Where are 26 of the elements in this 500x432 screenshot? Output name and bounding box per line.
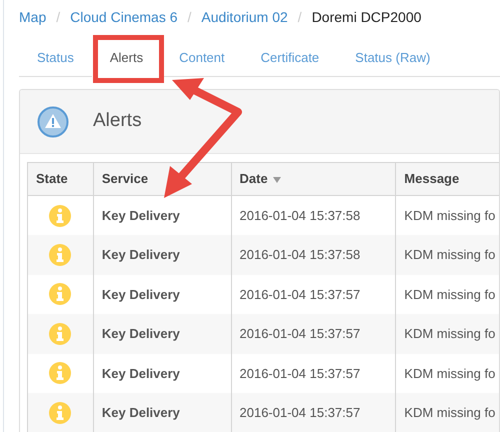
tab[interactable]: Status (Raw) [337,38,448,76]
info-icon [49,402,72,424]
service-cell: Key Delivery [93,393,232,432]
breadcrumb-separator: / [188,8,192,26]
breadcrumb-current: Doremi DCP2000 [312,8,422,26]
warning-icon [37,106,69,138]
info-icon [49,362,72,384]
message-cell: KDM missing fo [396,393,499,432]
info-icon [49,283,72,306]
breadcrumb-link[interactable]: Auditorium 02 [201,6,288,28]
info-icon [49,204,72,226]
column-header[interactable]: Date [231,162,396,196]
column-header[interactable]: State [28,162,94,196]
info-icon [49,244,72,266]
tab[interactable]: Status [19,38,92,76]
breadcrumb-separator: / [56,8,60,26]
highlight-frame [93,35,164,83]
breadcrumb-link[interactable]: Cloud Cinemas 6 [70,6,178,28]
breadcrumb-link[interactable]: Map [19,6,46,28]
info-icon [49,322,72,345]
tab[interactable]: Certificate [242,38,338,76]
breadcrumb-separator: / [298,8,302,26]
sort-down-icon [272,176,281,183]
date-cell: 2016-01-04 15:37:57 [231,393,396,432]
tab[interactable]: Content [161,38,243,76]
panel-title: Alerts [93,109,142,134]
